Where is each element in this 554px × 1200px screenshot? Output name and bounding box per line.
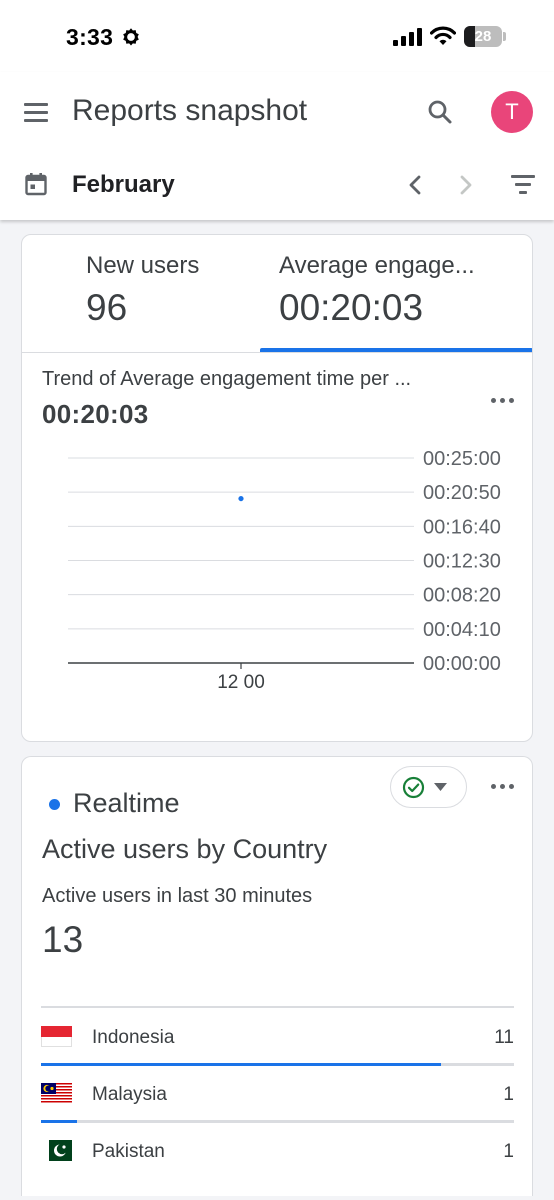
tab-new-users-value: 96 [86,287,128,328]
wifi-icon [430,26,456,45]
country-row[interactable]: Indonesia 11 [41,1008,514,1066]
gear-icon [123,28,139,46]
status-bar: 3:33 28 [0,0,554,72]
realtime-card: Realtime Active users by Country Active … [21,756,533,1196]
y-tick-label: 00:16:40 [423,516,501,538]
active-users-value: 13 [42,919,84,960]
country-row[interactable]: Malaysia 1 [41,1065,514,1123]
y-tick-label: 00:04:10 [423,619,501,641]
check-circle-icon [402,776,425,799]
tab-new-users[interactable]: New users 96 [22,235,260,353]
filter-icon[interactable] [511,175,535,195]
engagement-card: New users 96 Average engage... 00:20:03 … [21,234,533,742]
y-tick-label: 00:00:00 [423,653,501,675]
menu-icon[interactable] [24,103,48,123]
y-tick-label: 00:12:30 [423,551,501,573]
signal-icon [393,28,422,46]
country-name: Pakistan [92,1141,165,1162]
more-icon[interactable] [491,397,515,405]
country-name: Indonesia [92,1027,175,1048]
battery-nub [503,32,506,41]
country-count: 1 [503,1084,514,1105]
status-chip[interactable] [390,766,467,808]
data-point[interactable] [238,495,244,502]
y-tick-label: 00:25:00 [423,448,501,470]
dropdown-icon [434,783,447,791]
x-tick-label: 12 00 [217,672,265,693]
flag-indonesia-icon [41,1026,72,1047]
trend-value: 00:20:03 [42,399,149,429]
country-row[interactable]: Pakistan 1 [41,1122,514,1179]
chevron-right-icon[interactable] [455,173,477,197]
tab-average-engagement[interactable]: Average engage... 00:20:03 [260,235,532,353]
realtime-label: Realtime [73,788,180,818]
tab-average-engagement-label: Average engage... [279,252,475,279]
realtime-dot [49,799,60,810]
avatar[interactable]: T [491,91,533,133]
country-count: 1 [503,1141,514,1162]
calendar-icon[interactable] [25,172,47,196]
flag-pakistan-icon [41,1140,72,1161]
country-count: 11 [494,1027,514,1048]
status-time: 3:33 [66,24,114,50]
country-name: Malaysia [92,1084,167,1105]
tab-divider [22,352,532,353]
tab-new-users-label: New users [86,252,200,279]
y-tick-label: 00:08:20 [423,585,501,607]
battery-icon: 28 [464,26,502,47]
active-users-label: Active users in last 30 minutes [42,885,313,907]
tab-average-engagement-value: 00:20:03 [279,287,424,328]
date-range-label[interactable]: February [72,171,175,199]
trend-title: Trend of Average engagement time per ... [42,368,412,390]
chevron-left-icon[interactable] [404,173,426,197]
y-tick-label: 00:20:50 [423,482,501,504]
battery-level: 28 [474,28,492,45]
app-header: Reports snapshot T February [0,72,554,220]
card-heading: Active users by Country [42,834,328,864]
page-title: Reports snapshot [72,94,308,127]
flag-malaysia-icon [41,1083,72,1104]
more-icon[interactable] [491,783,515,791]
trend-chart: 00:25:00 00:20:50 00:16:40 00:12:30 00:08:20… [68,448,501,693]
search-icon[interactable] [426,98,454,126]
